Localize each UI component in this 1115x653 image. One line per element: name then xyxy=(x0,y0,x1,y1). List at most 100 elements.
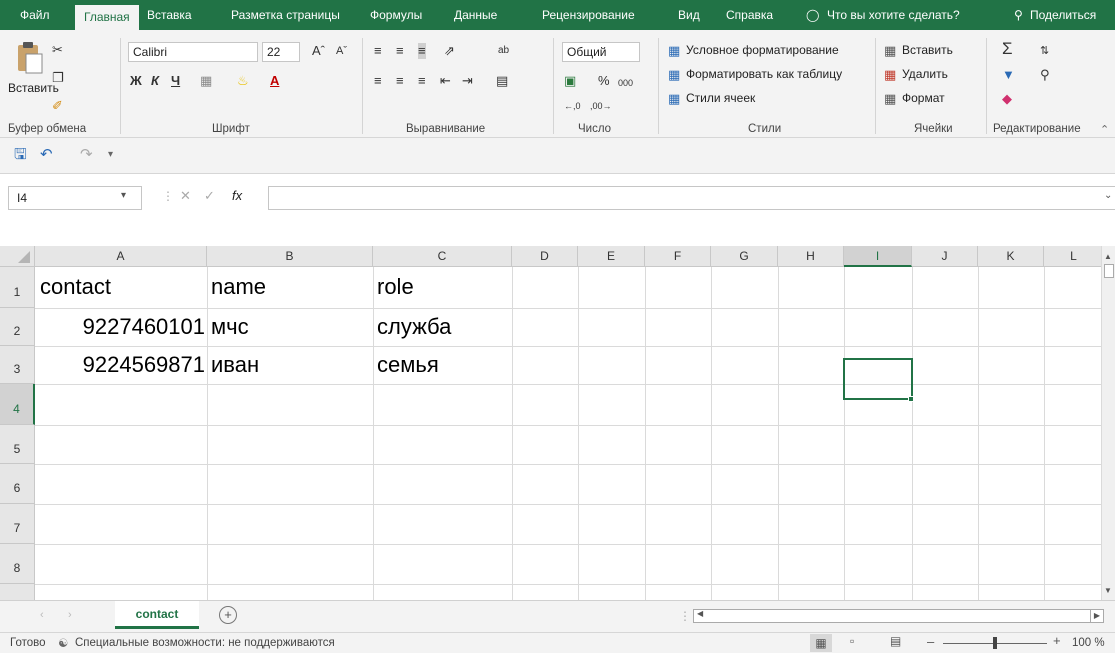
fill-color-icon[interactable]: ♨ xyxy=(237,73,249,89)
increase-indent-icon[interactable]: ⇥ xyxy=(462,73,473,89)
number-format-select[interactable]: Общий xyxy=(562,42,640,62)
row-header[interactable]: 2 xyxy=(0,308,35,346)
previous-sheet-icon[interactable]: ‹ xyxy=(40,609,44,621)
cell-a3[interactable]: 9224569871 xyxy=(40,345,205,385)
tab-home[interactable]: Главная xyxy=(75,5,139,30)
align-center-icon[interactable]: ≡ xyxy=(396,73,404,89)
find-select-icon[interactable]: ⚲ xyxy=(1040,67,1050,83)
tab-data[interactable]: Данные xyxy=(454,0,497,30)
conditional-formatting-button[interactable]: Условное форматирование xyxy=(686,43,839,57)
sheet-tab-contact[interactable]: contact xyxy=(115,601,199,629)
tab-help[interactable]: Справка xyxy=(726,0,773,30)
row-header[interactable]: 3 xyxy=(0,346,35,384)
zoom-level[interactable]: 100 % xyxy=(1072,637,1105,649)
zoom-slider-thumb[interactable] xyxy=(993,637,997,649)
row-header[interactable]: 7 xyxy=(0,504,35,544)
align-middle-icon[interactable]: ≡ xyxy=(396,43,404,59)
column-header[interactable]: C xyxy=(373,246,512,267)
formula-input[interactable] xyxy=(268,186,1115,210)
cell-b1[interactable]: name xyxy=(211,267,266,307)
splitter-icon[interactable]: ⋮ xyxy=(679,609,691,623)
expand-formula-icon[interactable]: ⌄ xyxy=(1104,190,1112,201)
row-header[interactable]: 1 xyxy=(0,267,35,308)
sort-filter-icon[interactable]: ⇅ xyxy=(1040,43,1049,59)
column-header[interactable]: K xyxy=(978,246,1044,267)
scroll-left-icon[interactable]: ◀ xyxy=(697,609,703,618)
thousands-button[interactable]: 000 xyxy=(618,75,633,91)
insert-cells-button[interactable]: Вставить xyxy=(902,43,953,57)
cell-c2[interactable]: служба xyxy=(377,307,451,347)
bold-button[interactable]: Ж xyxy=(130,73,142,89)
scroll-up-icon[interactable]: ▲ xyxy=(1104,252,1112,261)
share-button[interactable]: Поделиться xyxy=(1030,0,1096,30)
new-sheet-button[interactable]: + xyxy=(219,606,237,624)
undo-icon[interactable]: ↶ xyxy=(40,147,53,163)
row-header[interactable]: 9 xyxy=(0,584,35,600)
row-header[interactable]: 6 xyxy=(0,464,35,504)
clear-icon[interactable]: ◆ xyxy=(1002,91,1012,107)
align-bottom-icon[interactable]: ≡ xyxy=(418,43,426,59)
row-header-selected[interactable]: 4 xyxy=(0,384,35,425)
column-header[interactable]: F xyxy=(645,246,711,267)
align-left-icon[interactable]: ≡ xyxy=(374,73,382,89)
format-cells-button[interactable]: Формат xyxy=(902,91,945,105)
underline-button[interactable]: Ч xyxy=(171,73,180,89)
font-size-select[interactable]: 22 xyxy=(262,42,300,62)
font-name-select[interactable]: Calibri xyxy=(128,42,258,62)
scroll-down-icon[interactable]: ▼ xyxy=(1104,586,1112,595)
cell-b3[interactable]: иван xyxy=(211,345,259,385)
increase-font-icon[interactable]: Aˆ xyxy=(312,43,325,59)
tab-view[interactable]: Вид xyxy=(678,0,700,30)
fill-handle[interactable] xyxy=(908,396,914,402)
customize-qat-icon[interactable]: ▾ xyxy=(108,147,113,163)
vertical-scrollbar[interactable]: ▲ ▼ xyxy=(1101,246,1115,600)
enter-icon[interactable]: ✓ xyxy=(204,188,215,204)
format-as-table-button[interactable]: Форматировать как таблицу xyxy=(686,67,842,81)
accessibility-status[interactable]: Специальные возможности: не поддерживают… xyxy=(75,637,335,649)
next-sheet-icon[interactable]: › xyxy=(68,609,72,621)
tab-page-layout[interactable]: Разметка страницы xyxy=(231,0,340,30)
cut-icon[interactable]: ✂ xyxy=(52,42,63,58)
paste-icon[interactable] xyxy=(14,40,44,74)
autosum-icon[interactable]: Σ xyxy=(1002,40,1013,57)
column-header[interactable]: E xyxy=(578,246,645,267)
delete-cells-button[interactable]: Удалить xyxy=(902,67,948,81)
increase-decimal-icon[interactable]: ←,0 xyxy=(564,98,581,114)
cell-b2[interactable]: мчс xyxy=(211,307,249,347)
active-cell-i4[interactable] xyxy=(843,358,913,400)
cell-a1[interactable]: contact xyxy=(40,267,111,307)
redo-icon[interactable]: ↷ xyxy=(80,147,93,163)
row-header[interactable]: 8 xyxy=(0,544,35,584)
column-header[interactable]: D xyxy=(512,246,578,267)
tab-review[interactable]: Рецензирование xyxy=(542,0,635,30)
tell-me-search[interactable]: Что вы хотите сделать? xyxy=(827,0,960,30)
cell-c1[interactable]: role xyxy=(377,267,414,307)
copy-icon[interactable]: ❐ xyxy=(52,70,64,86)
cell-styles-button[interactable]: Стили ячеек xyxy=(686,91,755,105)
page-break-view-icon[interactable]: ▤ xyxy=(890,634,901,648)
wrap-text-icon[interactable]: ab xyxy=(498,43,509,59)
name-box[interactable]: I4 ▾ xyxy=(8,186,142,210)
column-header[interactable]: G xyxy=(711,246,778,267)
column-header[interactable]: J xyxy=(912,246,978,267)
tab-formulas[interactable]: Формулы xyxy=(370,0,422,30)
orientation-icon[interactable]: ⇗ xyxy=(444,43,455,59)
decrease-decimal-icon[interactable]: ,00→ xyxy=(590,98,612,114)
italic-button[interactable]: К xyxy=(151,73,159,89)
collapse-ribbon-icon[interactable]: ⌃ xyxy=(1100,122,1109,138)
insert-function-button[interactable]: fx xyxy=(232,188,242,203)
worksheet-grid[interactable]: A B C D E F G H I J K L 1 2 3 4 5 6 7 8 … xyxy=(0,246,1101,600)
cancel-icon[interactable]: ✕ xyxy=(180,188,191,204)
scroll-right-icon[interactable]: ▶ xyxy=(1090,609,1104,623)
normal-view-icon[interactable]: ▦ xyxy=(810,634,832,652)
cell-a2[interactable]: 9227460101 xyxy=(40,307,205,347)
save-icon[interactable]: 🖫 xyxy=(14,147,27,163)
column-header[interactable]: H xyxy=(778,246,844,267)
cell-c3[interactable]: семья xyxy=(377,345,439,385)
decrease-font-icon[interactable]: Aˇ xyxy=(336,43,347,59)
merge-cells-icon[interactable]: ▤ xyxy=(496,73,508,89)
font-color-icon[interactable]: A xyxy=(270,73,279,89)
borders-icon[interactable]: ▦ xyxy=(200,73,212,89)
fill-icon[interactable]: ▼ xyxy=(1002,67,1015,83)
percent-button[interactable]: % xyxy=(598,73,610,89)
